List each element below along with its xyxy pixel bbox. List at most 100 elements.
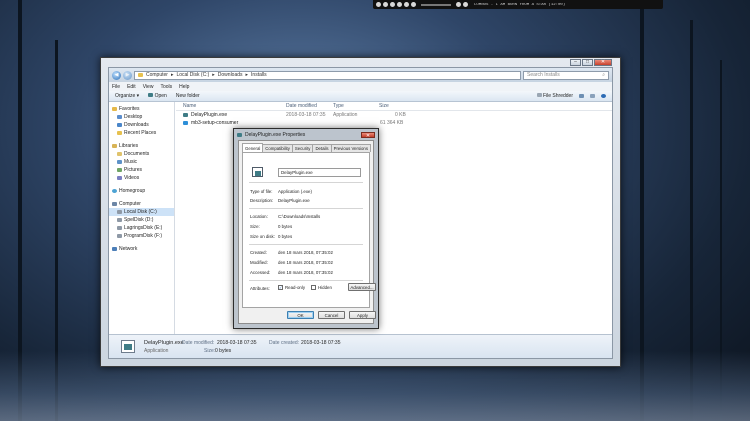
nav-programdisk-f[interactable]: ProgramDisk (F:): [109, 232, 174, 240]
search-icon: ⌕: [602, 72, 605, 78]
minimize-button[interactable]: –: [570, 59, 581, 66]
stop-icon[interactable]: [404, 2, 409, 7]
nav-lagringsdisk-e[interactable]: LagringsDisk (E:): [109, 224, 174, 232]
tab-general[interactable]: General: [242, 143, 264, 152]
repeat-icon[interactable]: [463, 2, 468, 7]
column-type[interactable]: Type: [333, 103, 344, 109]
nav-desktop-label: Desktop: [124, 114, 143, 120]
details-size: 0 bytes: [215, 348, 232, 354]
nav-network[interactable]: Network: [109, 245, 174, 253]
forward-icon[interactable]: ▶: [123, 70, 132, 80]
new-folder-button[interactable]: New folder: [176, 93, 200, 99]
tab-security[interactable]: Security: [291, 144, 314, 152]
nav-videos-label: Videos: [124, 175, 140, 181]
nav-music-label: Music: [124, 159, 138, 165]
menu-icon[interactable]: [376, 2, 381, 7]
file-type: Application: [333, 112, 358, 118]
accessed-label: Accessed:: [250, 270, 271, 275]
menu-view[interactable]: View: [143, 84, 154, 90]
menu-file[interactable]: File: [112, 84, 120, 90]
address-bar[interactable]: Computer ▸ Local Disk (C:) ▸ Downloads ▸ In…: [134, 70, 521, 80]
size-on-disk-label: Size on disk:: [250, 234, 275, 239]
nav-programdisk-label: ProgramDisk (F:): [124, 233, 163, 239]
file-shredder-button[interactable]: File Shredder: [536, 93, 573, 99]
breadcrumb-local-disk[interactable]: Local Disk (C:): [176, 72, 209, 78]
view-options-icon[interactable]: [579, 94, 584, 98]
play-icon[interactable]: [390, 2, 395, 7]
pause-icon[interactable]: [397, 2, 402, 7]
nav-homegroup[interactable]: Homegroup: [109, 187, 174, 195]
shuffle-icon[interactable]: [456, 2, 461, 7]
ok-button[interactable]: OK: [287, 311, 314, 319]
help-icon[interactable]: [601, 94, 606, 98]
column-name[interactable]: Name: [183, 103, 196, 109]
back-icon[interactable]: ◀: [112, 70, 121, 80]
advanced-button[interactable]: Advanced...: [348, 283, 376, 291]
open-button[interactable]: Open: [148, 93, 167, 99]
nav-videos[interactable]: Videos: [109, 174, 174, 182]
readonly-checkbox[interactable]: ✓ Read-only: [278, 285, 305, 291]
tab-details[interactable]: Details: [312, 144, 332, 152]
file-row[interactable]: mb3-setup-consumer 61 364 KB: [176, 119, 612, 127]
file-name: DelayPlugin.exe: [191, 112, 228, 118]
nav-computer-label: Computer: [119, 201, 141, 207]
nav-pictures[interactable]: Pictures: [109, 166, 174, 174]
nav-libraries[interactable]: Libraries: [109, 142, 174, 150]
preview-pane-icon[interactable]: [590, 94, 595, 98]
drive-icon: [117, 218, 122, 222]
filename-field[interactable]: DelayPlugin.exe: [278, 168, 361, 177]
hidden-label: Hidden: [318, 285, 332, 290]
organize-button[interactable]: Organize ▾: [115, 93, 139, 99]
nav-desktop[interactable]: Desktop: [109, 113, 174, 121]
breadcrumb-installs[interactable]: Installs: [251, 72, 267, 78]
search-placeholder: Search Installs: [527, 72, 560, 78]
maximize-button[interactable]: □: [582, 59, 593, 66]
downloads-icon: [117, 123, 122, 127]
nav-favorites[interactable]: Favorites: [109, 105, 174, 113]
nav-speldisk-label: SpelDisk (D:): [124, 217, 154, 223]
window-controls: – □ ✕: [570, 59, 612, 66]
menu-help[interactable]: Help: [179, 84, 189, 90]
menu-edit[interactable]: Edit: [127, 84, 136, 90]
tab-previous-versions[interactable]: Previous Versions: [330, 144, 371, 152]
nav-computer[interactable]: Computer: [109, 200, 174, 208]
apply-button[interactable]: Apply: [349, 311, 376, 319]
search-input[interactable]: Search Installs ⌕: [523, 70, 609, 80]
breadcrumb-computer[interactable]: Computer: [146, 72, 168, 78]
nav-local-disk-c[interactable]: Local Disk (C:): [109, 208, 174, 216]
nav-homegroup-label: Homegroup: [119, 188, 146, 194]
nav-downloads-label: Downloads: [124, 122, 149, 128]
filename-value: DelayPlugin.exe: [281, 170, 313, 175]
details-file-type: Application: [144, 348, 169, 354]
nav-speldisk-d[interactable]: SpelDisk (D:): [109, 216, 174, 224]
nav-music[interactable]: Music: [109, 158, 174, 166]
cancel-button[interactable]: Cancel: [318, 311, 345, 319]
next-icon[interactable]: [411, 2, 416, 7]
libraries-icon: [112, 144, 117, 148]
breadcrumb-downloads[interactable]: Downloads: [218, 72, 243, 78]
file-row[interactable]: DelayPlugin.exe 2018-03-18 07:35 Applica…: [176, 111, 612, 119]
volume-slider[interactable]: [421, 3, 451, 6]
hidden-checkbox[interactable]: Hidden: [311, 285, 332, 291]
previous-icon[interactable]: [383, 2, 388, 7]
dialog-close-button[interactable]: ✕: [361, 132, 375, 139]
nav-downloads[interactable]: Downloads: [109, 121, 174, 129]
column-date-modified[interactable]: Date modified: [286, 103, 317, 109]
close-button[interactable]: ✕: [594, 59, 612, 66]
command-bar: Organize ▾ Open New folder File Shredder: [109, 91, 612, 102]
media-player-bar: LUMNOS - I AM BORN FROM A STAR (12:00): [373, 0, 663, 9]
tab-compatibility[interactable]: Compatibility: [262, 144, 293, 152]
open-label: Open: [154, 93, 167, 99]
menu-tools[interactable]: Tools: [160, 84, 172, 90]
nav-recent-places[interactable]: Recent Places: [109, 129, 174, 137]
nav-documents[interactable]: Documents: [109, 150, 174, 158]
details-pane: DelayPlugin.exe Application Date modifie…: [109, 334, 612, 358]
music-icon: [117, 160, 122, 164]
application-icon: [121, 340, 135, 353]
details-created-label: Date created:: [269, 340, 300, 346]
column-size[interactable]: Size: [379, 103, 389, 109]
modified-label: Modified:: [250, 260, 268, 265]
location-value: C:\Downloads\Installs: [278, 214, 321, 219]
modified-value: den 18 mars 2018, 07:35:02: [278, 260, 333, 265]
created-label: Created:: [250, 250, 267, 255]
